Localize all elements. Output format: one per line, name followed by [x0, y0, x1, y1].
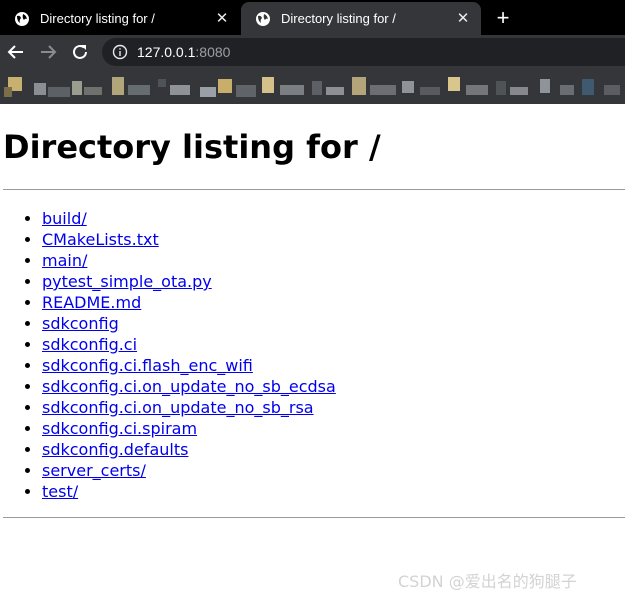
- reload-icon: [73, 44, 87, 59]
- tab-title: Directory listing for /: [40, 11, 155, 26]
- close-tab-icon[interactable]: ✕: [455, 10, 471, 27]
- bookmark-obscured[interactable]: [352, 77, 366, 95]
- new-tab-button[interactable]: +: [491, 6, 515, 30]
- list-item: sdkconfig.ci.spiram: [42, 418, 612, 439]
- bookmark-obscured[interactable]: [236, 85, 256, 97]
- bookmark-obscured[interactable]: [466, 85, 488, 95]
- divider: [3, 189, 625, 190]
- bookmark-obscured[interactable]: [510, 87, 528, 95]
- list-item: README.md: [42, 292, 612, 313]
- page-content: Directory listing for / build/CMakeLists…: [0, 104, 625, 597]
- bookmark-obscured[interactable]: [448, 77, 460, 91]
- bookmark-obscured[interactable]: [84, 87, 102, 95]
- info-icon[interactable]: [112, 44, 128, 60]
- list-item: build/: [42, 208, 612, 229]
- tab-2[interactable]: Directory listing for / ✕: [241, 2, 481, 35]
- bookmark-obscured[interactable]: [326, 87, 344, 95]
- bookmark-obscured[interactable]: [402, 81, 414, 93]
- bookmark-obscured[interactable]: [420, 87, 440, 95]
- file-link[interactable]: test/: [42, 482, 78, 501]
- divider: [3, 517, 625, 518]
- file-link[interactable]: sdkconfig.ci.flash_enc_wifi: [42, 356, 253, 375]
- file-link[interactable]: sdkconfig.ci.on_update_no_sb_ecdsa: [42, 377, 336, 396]
- file-link[interactable]: sdkconfig.ci.on_update_no_sb_rsa: [42, 398, 314, 417]
- file-link[interactable]: README.md: [42, 293, 141, 312]
- list-item: pytest_simple_ota.py: [42, 271, 612, 292]
- url-text: 127.0.0.1:8080: [137, 44, 230, 60]
- file-link[interactable]: server_certs/: [42, 461, 146, 480]
- bookmark-obscured[interactable]: [128, 85, 150, 95]
- file-link[interactable]: main/: [42, 251, 87, 270]
- url-port: :8080: [195, 44, 231, 60]
- list-item: test/: [42, 481, 612, 502]
- list-item: server_certs/: [42, 460, 612, 481]
- bookmark-obscured[interactable]: [218, 79, 232, 93]
- tab-title: Directory listing for /: [281, 11, 396, 26]
- forward-arrow-icon: [41, 45, 57, 59]
- back-arrow-icon: [7, 45, 23, 59]
- bookmark-obscured[interactable]: [72, 81, 82, 95]
- tab-strip: Directory listing for / ✕ Directory list…: [0, 0, 625, 35]
- file-link[interactable]: sdkconfig.ci.spiram: [42, 419, 197, 438]
- bookmark-obscured[interactable]: [200, 87, 216, 97]
- page-title: Directory listing for /: [3, 128, 381, 166]
- globe-icon: [15, 11, 29, 26]
- list-item: main/: [42, 250, 612, 271]
- bookmark-obscured[interactable]: [370, 85, 396, 95]
- bookmarks-bar: [0, 69, 625, 104]
- file-link[interactable]: CMakeLists.txt: [42, 230, 159, 249]
- browser-toolbar: 127.0.0.1:8080: [0, 35, 625, 69]
- url-host: 127.0.0.1: [137, 44, 196, 60]
- list-item: CMakeLists.txt: [42, 229, 612, 250]
- bookmark-obscured[interactable]: [280, 85, 304, 95]
- file-link[interactable]: pytest_simple_ota.py: [42, 272, 212, 291]
- bookmark-obscured[interactable]: [48, 87, 70, 97]
- close-tab-icon[interactable]: ✕: [214, 10, 230, 27]
- bookmark-obscured[interactable]: [170, 85, 190, 95]
- list-item: sdkconfig.ci.flash_enc_wifi: [42, 355, 612, 376]
- list-item: sdkconfig.defaults: [42, 439, 612, 460]
- bookmark-obscured[interactable]: [34, 83, 46, 95]
- address-bar[interactable]: 127.0.0.1:8080: [102, 38, 625, 66]
- bookmark-obscured[interactable]: [112, 77, 124, 95]
- tab-1[interactable]: Directory listing for / ✕: [0, 2, 240, 35]
- bookmark-obscured[interactable]: [158, 79, 166, 87]
- bookmark-obscured[interactable]: [4, 87, 12, 97]
- directory-list: build/CMakeLists.txt main/pytest_simple_o…: [0, 208, 612, 502]
- file-link[interactable]: sdkconfig.defaults: [42, 440, 188, 459]
- reload-button[interactable]: [68, 40, 92, 64]
- list-item: sdkconfig: [42, 313, 612, 334]
- file-link[interactable]: sdkconfig: [42, 314, 119, 333]
- file-link[interactable]: build/: [42, 209, 87, 228]
- bookmark-obscured[interactable]: [604, 85, 620, 95]
- globe-icon: [256, 11, 270, 26]
- bookmark-obscured[interactable]: [496, 81, 506, 95]
- watermark: CSDN @爱出名的狗腿子: [398, 572, 577, 591]
- bookmark-obscured[interactable]: [312, 81, 322, 95]
- back-button[interactable]: [4, 40, 28, 64]
- bookmark-obscured[interactable]: [540, 79, 550, 93]
- list-item: sdkconfig.ci.on_update_no_sb_rsa: [42, 397, 612, 418]
- bookmark-obscured[interactable]: [582, 79, 594, 95]
- list-item: sdkconfig.ci.on_update_no_sb_ecdsa: [42, 376, 612, 397]
- forward-button[interactable]: [36, 40, 60, 64]
- list-item: sdkconfig.ci: [42, 334, 612, 355]
- bookmark-obscured[interactable]: [262, 77, 274, 93]
- bookmark-obscured[interactable]: [560, 85, 574, 95]
- file-link[interactable]: sdkconfig.ci: [42, 335, 137, 354]
